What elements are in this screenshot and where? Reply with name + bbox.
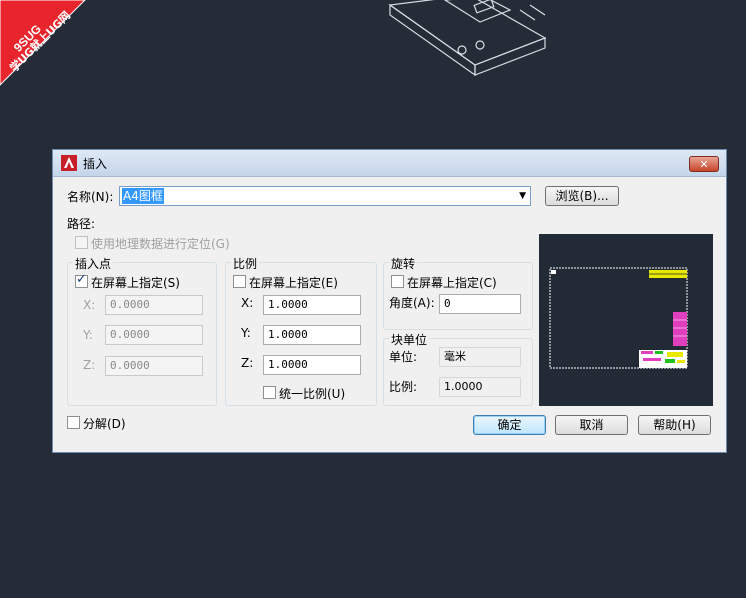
help-button[interactable]: 帮助(H)	[638, 415, 711, 435]
path-label: 路径:	[67, 217, 96, 231]
rotation-on-screen-checkbox[interactable]	[391, 275, 404, 288]
scale-z-field[interactable]: 1.0000	[263, 355, 361, 375]
explode-label: 分解(D)	[83, 417, 126, 431]
dropdown-arrow-icon[interactable]: ▼	[519, 188, 526, 204]
angle-label: 角度(A):	[389, 296, 435, 310]
ok-button[interactable]: 确定	[473, 415, 546, 435]
insert-y-field[interactable]: 0.0000	[105, 325, 203, 345]
insert-z-label: Z:	[83, 358, 96, 372]
unit-label: 单位:	[389, 350, 418, 364]
name-combobox[interactable]: A4图框 ▼	[119, 186, 531, 206]
scale-on-screen-checkbox[interactable]	[233, 275, 246, 288]
block-preview	[539, 234, 713, 406]
geo-label: 使用地理数据进行定位(G)	[91, 237, 230, 251]
unit-value: 毫米	[439, 347, 521, 367]
uniform-scale-label: 统一比例(U)	[279, 387, 346, 401]
geo-checkbox[interactable]	[75, 236, 88, 249]
insert-y-label: Y:	[83, 328, 93, 342]
insert-point-on-screen-checkbox[interactable]: ✓	[75, 272, 88, 288]
name-value: A4图框	[122, 188, 164, 204]
scale-x-field[interactable]: 1.0000	[263, 295, 361, 315]
angle-field[interactable]: 0	[439, 294, 521, 314]
scale-z-label: Z:	[241, 356, 254, 370]
insert-x-label: X:	[83, 298, 96, 312]
scale-y-label: Y:	[241, 326, 251, 340]
cad-model-sketch	[388, 0, 547, 77]
factor-label: 比例:	[389, 380, 418, 394]
scale-x-label: X:	[241, 296, 254, 310]
title-bar: 插入 ✕	[53, 150, 726, 177]
insert-point-on-screen-label: 在屏幕上指定(S)	[91, 276, 180, 290]
close-button[interactable]: ✕	[689, 156, 719, 172]
insert-z-field[interactable]: 0.0000	[105, 356, 203, 376]
cancel-button[interactable]: 取消	[555, 415, 628, 435]
scale-y-field[interactable]: 1.0000	[263, 325, 361, 345]
insert-x-field[interactable]: 0.0000	[105, 295, 203, 315]
scale-title: 比例	[231, 255, 260, 272]
name-label: 名称(N):	[67, 190, 114, 204]
check-icon: ✓	[76, 272, 87, 287]
dialog-title: 插入	[83, 157, 108, 171]
rotation-on-screen-label: 在屏幕上指定(C)	[407, 276, 497, 290]
uniform-scale-checkbox[interactable]	[263, 386, 276, 399]
scale-on-screen-label: 在屏幕上指定(E)	[249, 276, 338, 290]
block-unit-title: 块单位	[389, 331, 430, 348]
explode-checkbox[interactable]	[67, 416, 80, 429]
watermark-logo: 9SUG 学UG就上UG网	[0, 0, 86, 86]
browse-button[interactable]: 浏览(B)...	[545, 186, 619, 206]
insert-point-title: 插入点	[73, 255, 114, 272]
autocad-icon	[61, 155, 77, 171]
rotation-title: 旋转	[389, 255, 418, 272]
factor-value: 1.0000	[439, 377, 521, 397]
insert-dialog: 插入 ✕ 名称(N): A4图框 ▼ 浏览(B)... 路径: 使用地理数据进行…	[52, 149, 727, 453]
